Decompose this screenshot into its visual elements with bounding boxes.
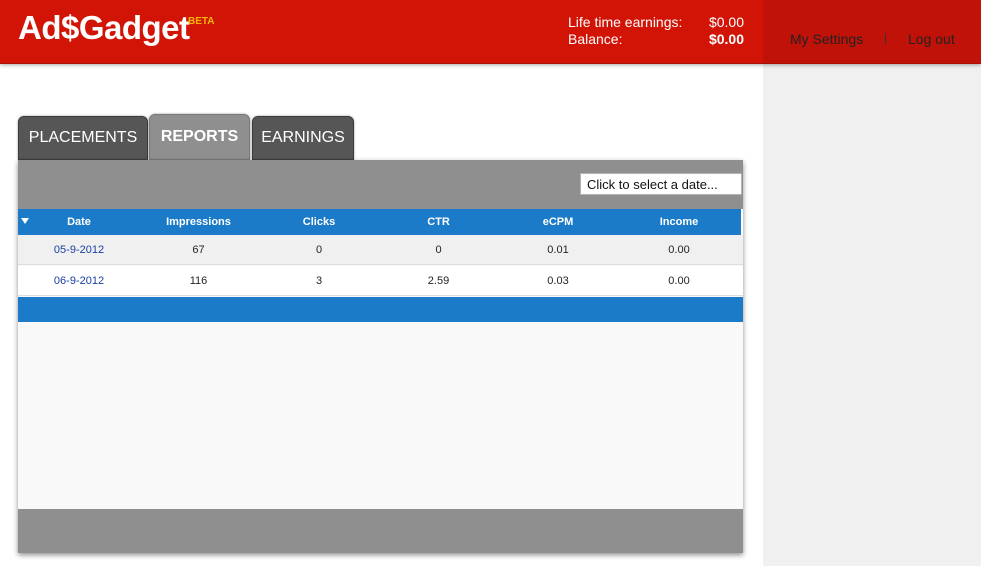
column-header-date[interactable]: Date	[18, 209, 140, 235]
cell-date[interactable]: 06-9-2012	[18, 266, 140, 296]
logo[interactable]: Ad$Gadget	[18, 9, 190, 47]
reports-panel: Date Impressions Clicks CTR eCPM Income …	[18, 160, 743, 553]
tab-reports[interactable]: REPORTS	[149, 114, 250, 160]
cell-ctr: 2.59	[427, 275, 450, 287]
beta-badge: BETA	[188, 16, 215, 27]
reports-panel-footer	[18, 509, 743, 553]
cell-ecpm: 0.03	[547, 275, 569, 287]
cell-ecpm: 0.01	[547, 244, 569, 256]
cell-income: 0.00	[668, 275, 690, 287]
column-header-ctr[interactable]: CTR	[381, 209, 496, 235]
report-grid-header: Date Impressions Clicks CTR eCPM Income	[18, 209, 743, 235]
nav-separator: |	[884, 31, 888, 45]
lifetime-earnings-value: $0.00	[708, 14, 744, 30]
report-grid-footer	[18, 297, 743, 322]
cell-clicks: 0	[315, 244, 323, 256]
column-header-impressions[interactable]: Impressions	[140, 209, 257, 235]
cell-ctr: 0	[435, 244, 442, 256]
my-settings-link[interactable]: My Settings	[790, 31, 863, 47]
logout-link[interactable]: Log out	[908, 31, 955, 47]
cell-impressions: 116	[189, 275, 208, 287]
header-bar: Ad$Gadget BETA Life time earnings: $0.00…	[0, 0, 981, 64]
cell-date[interactable]: 05-9-2012	[18, 235, 140, 265]
table-row[interactable]: 05-9-2012 67 0 0 0.01 0.00	[18, 235, 743, 265]
column-header-income[interactable]: Income	[620, 209, 738, 235]
sidebar-background	[763, 0, 981, 566]
table-row[interactable]: 06-9-2012 116 3 2.59 0.03 0.00	[18, 266, 743, 296]
tab-placements[interactable]: PLACEMENTS	[18, 116, 148, 160]
balance-value: $0.00	[708, 31, 744, 47]
cell-clicks: 3	[315, 275, 323, 287]
cell-income: 0.00	[668, 244, 690, 256]
tab-earnings[interactable]: EARNINGS	[252, 116, 354, 160]
column-header-clicks[interactable]: Clicks	[257, 209, 381, 235]
reports-toolbar	[18, 160, 743, 209]
column-header-ecpm[interactable]: eCPM	[496, 209, 620, 235]
lifetime-earnings-label: Life time earnings:	[568, 14, 683, 30]
balance-label: Balance:	[568, 31, 623, 47]
date-picker-input[interactable]	[580, 173, 742, 195]
cell-impressions: 67	[192, 244, 205, 256]
